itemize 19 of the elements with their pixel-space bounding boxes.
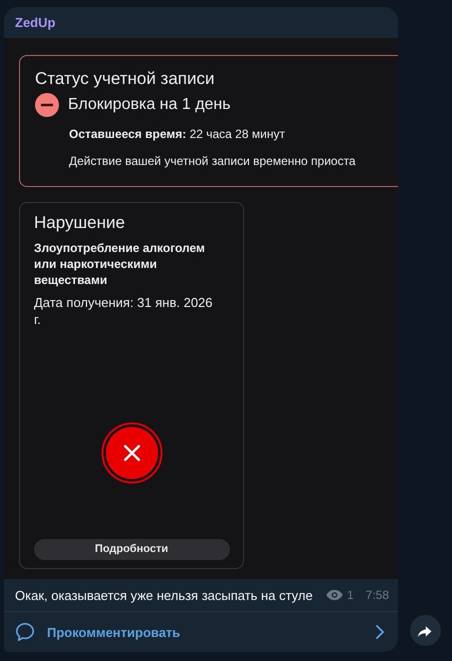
violation-reason: Злоупотребление алкоголем или наркотическими веществами [34,240,206,288]
close-circle-icon [100,422,162,484]
violation-date: Дата получения: 31 янв. 2026 г. [34,294,214,328]
eye-icon [326,589,343,602]
speech-bubble-icon [15,622,35,642]
details-button[interactable]: Подробности [34,538,230,560]
status-title: Статус учетной записи [35,68,216,90]
violation-title: Нарушение [34,212,126,234]
minus-icon [35,92,59,117]
block-duration: Блокировка на 1 день [68,96,231,114]
view-count: 1 [346,588,354,602]
message-text: Окак, оказывается уже нельзя засыпать на стуле [15,588,313,603]
chevron-right-icon [376,625,384,640]
comments-button[interactable]: Прокомментировать [4,611,398,652]
message-time: 7:58 [366,588,389,602]
status-description: Действие вашей учетной записи временно приоста [69,154,357,168]
channel-name[interactable]: ZedUp [15,14,56,30]
remaining-time: Оставшееся время: 22 часа 28 минут [69,126,286,141]
forward-button[interactable] [410,615,440,646]
